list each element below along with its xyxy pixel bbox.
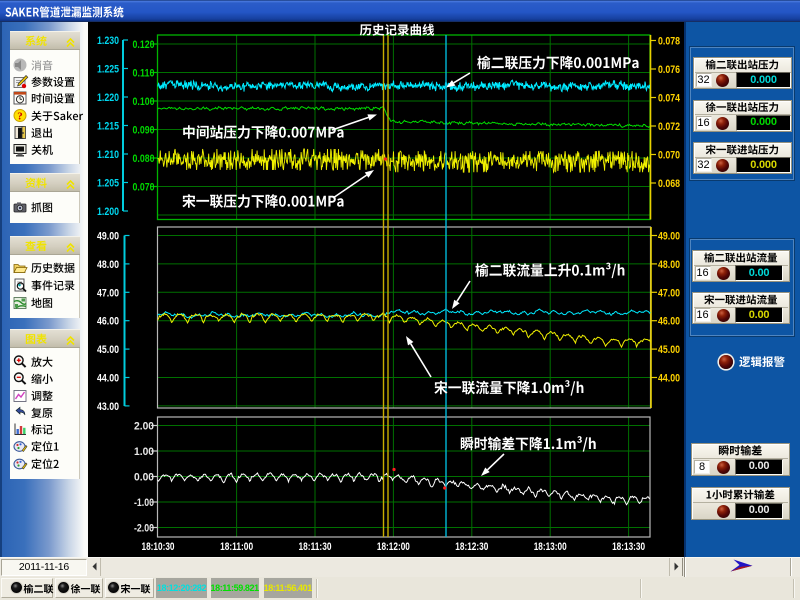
svg-text:?: ? bbox=[17, 111, 23, 123]
